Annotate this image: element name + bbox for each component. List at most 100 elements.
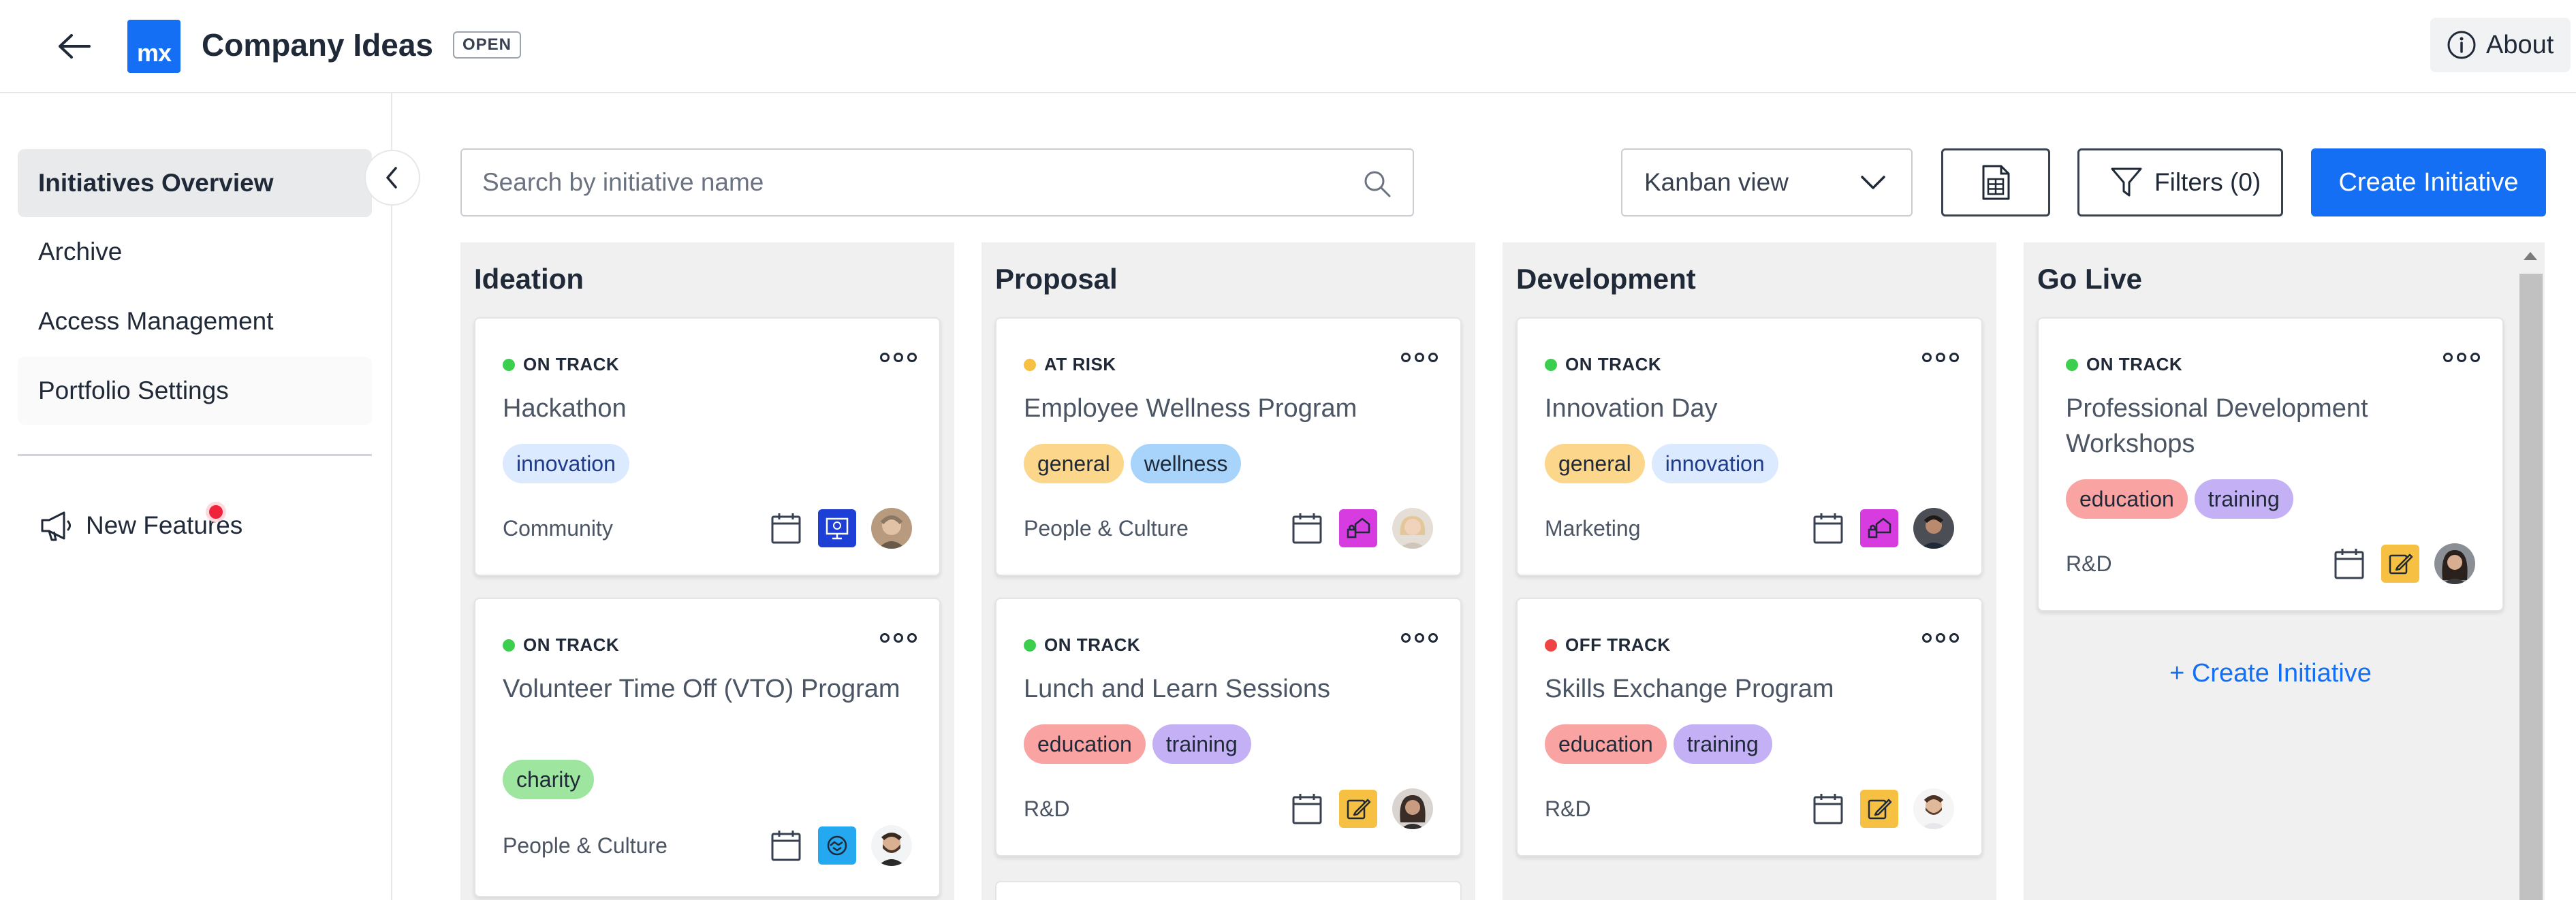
- status-label: ON TRACK: [1044, 634, 1141, 655]
- edit-icon: [1339, 790, 1377, 828]
- initiative-card[interactable]: ON TRACK Volunteer Time Off (VTO) Progra…: [474, 598, 941, 897]
- card-meta: [1290, 508, 1433, 549]
- card-meta: [1290, 788, 1433, 829]
- initiative-card[interactable]: ON TRACK Hackathon innovation Community: [474, 317, 941, 576]
- card-title: Hackathon: [503, 394, 627, 423]
- initiative-card[interactable]: ON TRACK Lunch and Learn Sessions educat…: [995, 598, 1462, 856]
- more-options-button[interactable]: [1399, 347, 1440, 368]
- megaphone-icon: [41, 511, 71, 541]
- status-indicator: OFF TRACK: [1545, 634, 1671, 656]
- sidebar-item-label: Access Management: [38, 307, 274, 335]
- department-label: Marketing: [1545, 516, 1641, 541]
- more-options-button[interactable]: [878, 628, 919, 648]
- initiative-card[interactable]: OFF TRACK Skills Exchange Program educat…: [1516, 598, 1983, 856]
- chevron-left-icon: [386, 167, 397, 189]
- sidebar-item-label: Portfolio Settings: [38, 376, 229, 404]
- kanban-column-development: Development ON TRACK Innovation Day gene…: [1503, 242, 1996, 900]
- handshake-icon: [818, 826, 856, 865]
- calendar-icon[interactable]: [769, 511, 803, 545]
- status-indicator: ON TRACK: [1024, 634, 1140, 656]
- collapse-sidebar-button[interactable]: [364, 150, 420, 206]
- avatar[interactable]: [1392, 788, 1433, 829]
- sidebar-item-label: Archive: [38, 238, 123, 266]
- calendar-icon[interactable]: [1290, 511, 1324, 545]
- calendar-icon[interactable]: [1290, 792, 1324, 826]
- avatar[interactable]: [871, 508, 912, 549]
- kanban-column-proposal: Proposal AT RISK Employee Wellness Progr…: [981, 242, 1475, 900]
- avatar[interactable]: [1392, 508, 1433, 549]
- initiative-card[interactable]: AT RISK Employee Wellness Program genera…: [995, 317, 1462, 576]
- tag-list: general innovation: [1545, 444, 1778, 483]
- avatar[interactable]: [1913, 508, 1954, 549]
- status-label: ON TRACK: [523, 354, 620, 374]
- column-title: Development: [1516, 263, 1696, 295]
- tag-list: education training: [2066, 479, 2293, 519]
- calendar-icon[interactable]: [1811, 792, 1845, 826]
- status-dot: [1024, 358, 1036, 371]
- create-initiative-label: Create Initiative: [2338, 167, 2519, 197]
- arrow-left-icon: [59, 34, 91, 59]
- more-options-button[interactable]: [878, 347, 919, 368]
- tag-list: education training: [1024, 724, 1251, 764]
- edit-icon: [2381, 545, 2419, 583]
- initiative-card[interactable]: ON TRACK Innovation Day general innovati…: [1516, 317, 1983, 576]
- create-initiative-button[interactable]: Create Initiative: [2311, 148, 2546, 216]
- sidebar-item-initiatives-overview[interactable]: Initiatives Overview: [18, 149, 372, 217]
- sidebar-item-label: Initiatives Overview: [38, 169, 274, 197]
- calendar-icon[interactable]: [2332, 547, 2366, 581]
- view-select[interactable]: Kanban view: [1621, 148, 1913, 216]
- avatar[interactable]: [2434, 543, 2475, 584]
- status-dot: [1545, 358, 1557, 371]
- department-label: R&D: [2066, 551, 2112, 576]
- calendar-icon[interactable]: [1811, 511, 1845, 545]
- export-button[interactable]: [1941, 148, 2050, 216]
- tag: training: [2194, 479, 2293, 519]
- scrollbar[interactable]: [2517, 242, 2545, 900]
- initiative-card[interactable]: ON TRACK Professional Development Worksh…: [2037, 317, 2504, 611]
- sidebar-item-archive[interactable]: Archive: [18, 218, 372, 286]
- status-dot: [503, 358, 515, 371]
- avatar[interactable]: [871, 825, 912, 866]
- status-badge: OPEN: [453, 31, 522, 59]
- card-title: Volunteer Time Off (VTO) Program: [503, 675, 900, 703]
- department-label: R&D: [1545, 797, 1591, 821]
- scroll-up-arrow-icon[interactable]: [2524, 252, 2537, 260]
- card-title: Lunch and Learn Sessions: [1024, 675, 1330, 703]
- more-options-button[interactable]: [1920, 628, 1961, 648]
- tag: innovation: [503, 444, 629, 483]
- scrollbar-thumb[interactable]: [2519, 274, 2543, 900]
- back-button[interactable]: [48, 20, 99, 72]
- card-meta: [1811, 508, 1954, 549]
- sidebar-item-access-management[interactable]: Access Management: [18, 287, 372, 355]
- filters-button[interactable]: Filters (0): [2077, 148, 2283, 216]
- status-indicator: ON TRACK: [503, 354, 619, 375]
- chevron-down-icon: [1861, 176, 1885, 189]
- info-icon: [2447, 31, 2476, 59]
- about-button[interactable]: About: [2430, 18, 2571, 72]
- status-indicator: ON TRACK: [1545, 354, 1661, 375]
- search-input[interactable]: [482, 168, 1334, 197]
- tag: wellness: [1130, 444, 1242, 483]
- more-options-button[interactable]: [1399, 628, 1440, 648]
- more-options-button[interactable]: [1920, 347, 1961, 368]
- tag: training: [1673, 724, 1772, 764]
- sidebar: Initiatives Overview Archive Access Mana…: [0, 93, 392, 900]
- more-options-button[interactable]: [2441, 347, 2482, 368]
- tag: education: [2066, 479, 2188, 519]
- kanban-column-ideation: Ideation ON TRACK Hackathon innovation C…: [460, 242, 954, 900]
- create-initiative-link[interactable]: + Create Initiative: [2024, 659, 2517, 688]
- filter-icon: [2111, 167, 2142, 197]
- tag: general: [1545, 444, 1645, 483]
- department-label: People & Culture: [1024, 516, 1189, 541]
- home-lock-icon: [1860, 509, 1898, 547]
- card-title: Employee Wellness Program: [1024, 394, 1357, 423]
- app-logo: mx: [127, 20, 180, 73]
- card-title: Skills Exchange Program: [1545, 675, 1834, 703]
- calendar-icon[interactable]: [769, 829, 803, 863]
- sidebar-item-portfolio-settings[interactable]: Portfolio Settings: [18, 357, 372, 425]
- presentation-icon: [818, 509, 856, 547]
- avatar[interactable]: [1913, 788, 1954, 829]
- department-label: People & Culture: [503, 833, 667, 858]
- initiative-card-partial[interactable]: [995, 881, 1462, 900]
- card-meta: [2332, 543, 2475, 584]
